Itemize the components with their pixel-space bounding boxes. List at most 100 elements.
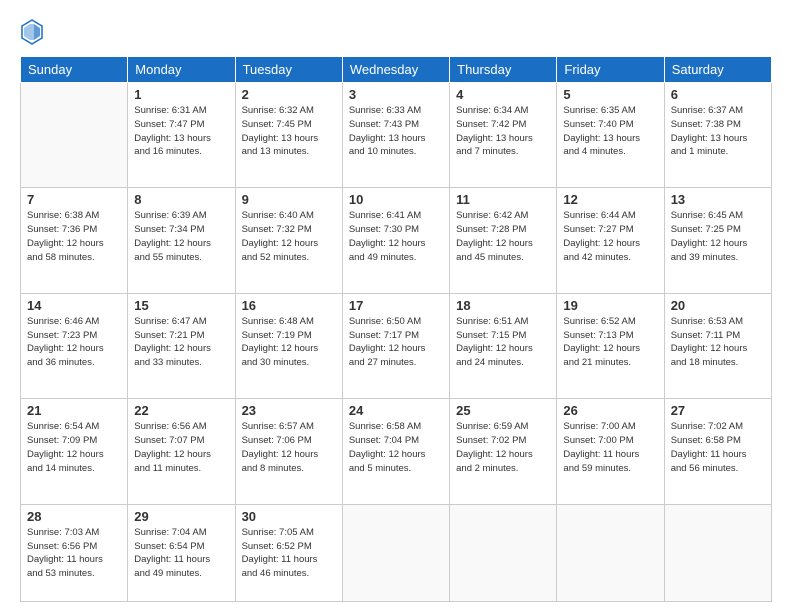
day-info: Sunrise: 6:59 AMSunset: 7:02 PMDaylight:…: [456, 420, 550, 475]
calendar-cell: 19 Sunrise: 6:52 AMSunset: 7:13 PMDayligh…: [557, 293, 664, 398]
day-number: 27: [671, 403, 765, 418]
day-number: 14: [27, 298, 121, 313]
day-number: 7: [27, 192, 121, 207]
logo: [20, 18, 48, 46]
weekday-header-wednesday: Wednesday: [342, 57, 449, 83]
weekday-header-sunday: Sunday: [21, 57, 128, 83]
calendar-cell: 14 Sunrise: 6:46 AMSunset: 7:23 PMDayligh…: [21, 293, 128, 398]
day-info: Sunrise: 6:45 AMSunset: 7:25 PMDaylight:…: [671, 209, 765, 264]
calendar-cell: 27Sunrise: 7:02 AMSunset: 6:58 PMDayligh…: [664, 399, 771, 504]
day-number: 19: [563, 298, 657, 313]
day-info: Sunrise: 6:51 AMSunset: 7:15 PMDaylight:…: [456, 315, 550, 370]
calendar-cell: 10 Sunrise: 6:41 AMSunset: 7:30 PMDayligh…: [342, 188, 449, 293]
calendar-cell: 29 Sunrise: 7:04 AMSunset: 6:54 PMDayligh…: [128, 504, 235, 601]
day-number: 17: [349, 298, 443, 313]
day-number: 23: [242, 403, 336, 418]
day-info: Sunrise: 6:34 AMSunset: 7:42 PMDaylight:…: [456, 104, 550, 159]
day-info: Sunrise: 6:50 AMSunset: 7:17 PMDaylight:…: [349, 315, 443, 370]
day-info: Sunrise: 6:46 AMSunset: 7:23 PMDaylight:…: [27, 315, 121, 370]
calendar-cell: 9Sunrise: 6:40 AMSunset: 7:32 PMDaylight…: [235, 188, 342, 293]
calendar-cell: 16 Sunrise: 6:48 AMSunset: 7:19 PMDayligh…: [235, 293, 342, 398]
calendar-cell: 1 Sunrise: 6:31 AMSunset: 7:47 PMDaylight…: [128, 83, 235, 188]
day-number: 28: [27, 509, 121, 524]
day-info: Sunrise: 6:31 AMSunset: 7:47 PMDaylight:…: [134, 104, 228, 159]
day-info: Sunrise: 6:54 AMSunset: 7:09 PMDaylight:…: [27, 420, 121, 475]
day-number: 2: [242, 87, 336, 102]
calendar-cell: 23 Sunrise: 6:57 AMSunset: 7:06 PMDayligh…: [235, 399, 342, 504]
calendar-cell: 12Sunrise: 6:44 AMSunset: 7:27 PMDayligh…: [557, 188, 664, 293]
day-number: 20: [671, 298, 765, 313]
day-info: Sunrise: 6:37 AMSunset: 7:38 PMDaylight:…: [671, 104, 765, 159]
day-number: 30: [242, 509, 336, 524]
calendar-cell: [450, 504, 557, 601]
calendar-table: SundayMondayTuesdayWednesdayThursdayFrid…: [20, 56, 772, 602]
day-number: 29: [134, 509, 228, 524]
week-row-4: 21 Sunrise: 6:54 AMSunset: 7:09 PMDayligh…: [21, 399, 772, 504]
calendar-cell: 30 Sunrise: 7:05 AMSunset: 6:52 PMDayligh…: [235, 504, 342, 601]
calendar-cell: 7Sunrise: 6:38 AMSunset: 7:36 PMDaylight…: [21, 188, 128, 293]
calendar-cell: 25 Sunrise: 6:59 AMSunset: 7:02 PMDayligh…: [450, 399, 557, 504]
day-number: 21: [27, 403, 121, 418]
page: SundayMondayTuesdayWednesdayThursdayFrid…: [0, 0, 792, 612]
calendar-cell: 2 Sunrise: 6:32 AMSunset: 7:45 PMDaylight…: [235, 83, 342, 188]
day-number: 18: [456, 298, 550, 313]
calendar-cell: 20 Sunrise: 6:53 AMSunset: 7:11 PMDayligh…: [664, 293, 771, 398]
day-info: Sunrise: 6:32 AMSunset: 7:45 PMDaylight:…: [242, 104, 336, 159]
day-info: Sunrise: 7:05 AMSunset: 6:52 PMDaylight:…: [242, 526, 336, 581]
day-info: Sunrise: 6:58 AMSunset: 7:04 PMDaylight:…: [349, 420, 443, 475]
weekday-header-saturday: Saturday: [664, 57, 771, 83]
weekday-header-monday: Monday: [128, 57, 235, 83]
weekday-header-row: SundayMondayTuesdayWednesdayThursdayFrid…: [21, 57, 772, 83]
calendar-cell: 6Sunrise: 6:37 AMSunset: 7:38 PMDaylight…: [664, 83, 771, 188]
calendar-cell: 28Sunrise: 7:03 AMSunset: 6:56 PMDayligh…: [21, 504, 128, 601]
calendar-cell: 17 Sunrise: 6:50 AMSunset: 7:17 PMDayligh…: [342, 293, 449, 398]
day-number: 26: [563, 403, 657, 418]
calendar-cell: 4 Sunrise: 6:34 AMSunset: 7:42 PMDaylight…: [450, 83, 557, 188]
day-number: 15: [134, 298, 228, 313]
weekday-header-friday: Friday: [557, 57, 664, 83]
weekday-header-tuesday: Tuesday: [235, 57, 342, 83]
calendar-cell: [664, 504, 771, 601]
day-number: 8: [134, 192, 228, 207]
day-number: 11: [456, 192, 550, 207]
day-info: Sunrise: 7:04 AMSunset: 6:54 PMDaylight:…: [134, 526, 228, 581]
day-number: 10: [349, 192, 443, 207]
day-number: 16: [242, 298, 336, 313]
weekday-header-thursday: Thursday: [450, 57, 557, 83]
day-number: 4: [456, 87, 550, 102]
calendar-cell: 26 Sunrise: 7:00 AMSunset: 7:00 PMDayligh…: [557, 399, 664, 504]
day-info: Sunrise: 6:48 AMSunset: 7:19 PMDaylight:…: [242, 315, 336, 370]
day-number: 24: [349, 403, 443, 418]
day-info: Sunrise: 6:42 AMSunset: 7:28 PMDaylight:…: [456, 209, 550, 264]
logo-icon: [20, 18, 44, 46]
calendar-cell: 8 Sunrise: 6:39 AMSunset: 7:34 PMDaylight…: [128, 188, 235, 293]
header: [20, 18, 772, 46]
calendar-cell: 18 Sunrise: 6:51 AMSunset: 7:15 PMDayligh…: [450, 293, 557, 398]
calendar-cell: [342, 504, 449, 601]
day-info: Sunrise: 6:52 AMSunset: 7:13 PMDaylight:…: [563, 315, 657, 370]
day-info: Sunrise: 6:53 AMSunset: 7:11 PMDaylight:…: [671, 315, 765, 370]
day-number: 22: [134, 403, 228, 418]
day-number: 25: [456, 403, 550, 418]
calendar-cell: 11 Sunrise: 6:42 AMSunset: 7:28 PMDayligh…: [450, 188, 557, 293]
day-number: 3: [349, 87, 443, 102]
day-number: 9: [242, 192, 336, 207]
calendar-cell: 22 Sunrise: 6:56 AMSunset: 7:07 PMDayligh…: [128, 399, 235, 504]
day-info: Sunrise: 6:35 AMSunset: 7:40 PMDaylight:…: [563, 104, 657, 159]
day-info: Sunrise: 6:41 AMSunset: 7:30 PMDaylight:…: [349, 209, 443, 264]
calendar-cell: 13 Sunrise: 6:45 AMSunset: 7:25 PMDayligh…: [664, 188, 771, 293]
calendar-cell: 21 Sunrise: 6:54 AMSunset: 7:09 PMDayligh…: [21, 399, 128, 504]
day-info: Sunrise: 6:56 AMSunset: 7:07 PMDaylight:…: [134, 420, 228, 475]
calendar-cell: 3 Sunrise: 6:33 AMSunset: 7:43 PMDaylight…: [342, 83, 449, 188]
day-number: 5: [563, 87, 657, 102]
day-number: 1: [134, 87, 228, 102]
calendar-cell: 15Sunrise: 6:47 AMSunset: 7:21 PMDayligh…: [128, 293, 235, 398]
day-info: Sunrise: 6:44 AMSunset: 7:27 PMDaylight:…: [563, 209, 657, 264]
day-info: Sunrise: 7:00 AMSunset: 7:00 PMDaylight:…: [563, 420, 657, 475]
day-info: Sunrise: 6:57 AMSunset: 7:06 PMDaylight:…: [242, 420, 336, 475]
calendar-cell: [557, 504, 664, 601]
week-row-5: 28Sunrise: 7:03 AMSunset: 6:56 PMDayligh…: [21, 504, 772, 601]
day-info: Sunrise: 6:33 AMSunset: 7:43 PMDaylight:…: [349, 104, 443, 159]
day-info: Sunrise: 6:39 AMSunset: 7:34 PMDaylight:…: [134, 209, 228, 264]
day-number: 13: [671, 192, 765, 207]
